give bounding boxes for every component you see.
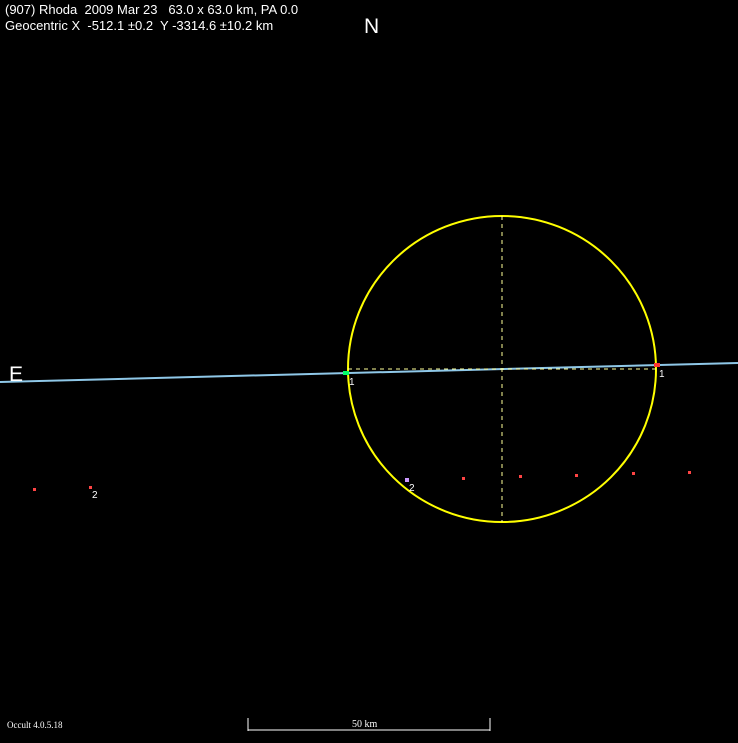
header-geocentric-line: Geocentric X -512.1 ±0.2 Y -3314.6 ±10.2… (5, 18, 274, 33)
occultation-diagram: 1 1 2 2 (907) Rhoda 2009 Mar 23 63.0 x 6… (0, 0, 738, 738)
miss-dot (33, 488, 36, 491)
miss-dot (89, 486, 92, 489)
reappear-marker (654, 363, 660, 367)
observer-2-label-main: 2 (409, 483, 415, 494)
version-label: Occult 4.0.5.18 (7, 720, 63, 730)
observer-2-label-far: 2 (92, 490, 98, 501)
miss-dot (519, 475, 522, 478)
miss-dot (632, 472, 635, 475)
observer-1-label-west: 1 (349, 377, 355, 388)
scale-bar-label: 50 km (352, 719, 378, 730)
miss-dot-primary (405, 478, 409, 482)
miss-dot (688, 471, 691, 474)
north-label: N (364, 15, 380, 38)
miss-dot (462, 477, 465, 480)
disappear-marker (343, 371, 349, 375)
header-title-line: (907) Rhoda 2009 Mar 23 63.0 x 63.0 km, … (5, 2, 299, 17)
occultation-plot: 1 1 2 2 (0, 0, 738, 738)
east-label: E (9, 363, 24, 386)
miss-dot (575, 474, 578, 477)
observer-1-label-east: 1 (659, 369, 665, 380)
